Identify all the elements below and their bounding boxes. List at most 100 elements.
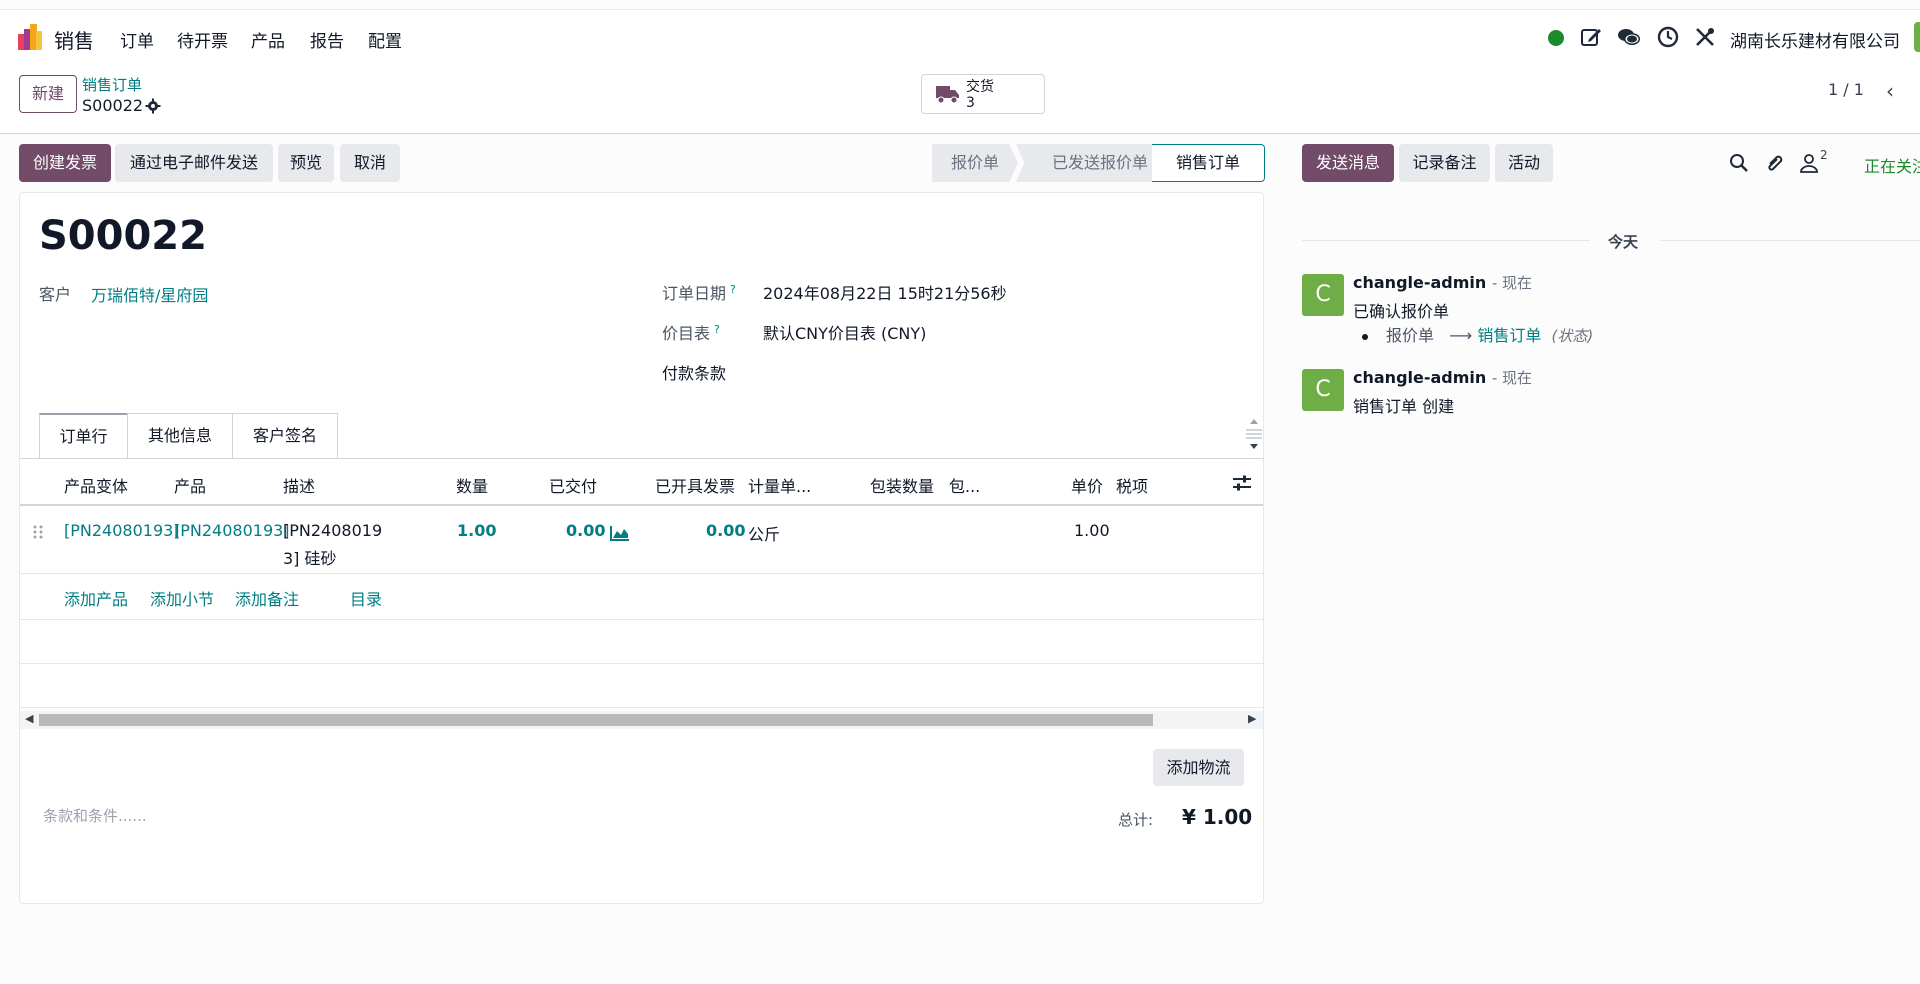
- catalog-link[interactable]: 目录: [350, 586, 382, 610]
- app-name[interactable]: 销售: [54, 25, 94, 54]
- cell-product-variant[interactable]: [PN24080193]: [64, 521, 180, 540]
- column-uom[interactable]: 计量单...: [748, 473, 811, 497]
- cancel-button[interactable]: 取消: [340, 144, 400, 182]
- terms-input[interactable]: 条款和条件......: [43, 805, 147, 826]
- log-note-button[interactable]: 记录备注: [1399, 144, 1490, 182]
- arrow-right-icon: ⟶: [1449, 326, 1473, 345]
- online-status-icon: [1548, 30, 1564, 46]
- activity-button[interactable]: 活动: [1495, 144, 1553, 182]
- cell-description-line2[interactable]: 3] 硅砂: [283, 545, 337, 569]
- add-product-link[interactable]: 添加产品: [64, 586, 128, 610]
- company-switcher[interactable]: 湖南长乐建材有限公司: [1730, 27, 1900, 52]
- horizontal-scrollbar[interactable]: ◀ ▶: [20, 711, 1263, 729]
- message-time: - 现在: [1491, 369, 1533, 387]
- avatar[interactable]: C: [1302, 274, 1344, 316]
- tab-customer-signature[interactable]: 客户签名: [232, 413, 338, 458]
- column-invoiced[interactable]: 已开具发票: [655, 473, 735, 497]
- column-settings-icon[interactable]: [1232, 475, 1252, 491]
- following-button[interactable]: 正在关注: [1864, 153, 1920, 177]
- day-label: 今天: [1608, 233, 1639, 251]
- add-line-row: 添加产品 添加小节 添加备注 目录: [20, 574, 1263, 620]
- user-avatar[interactable]: [1914, 22, 1920, 52]
- cell-invoiced[interactable]: 0.00: [706, 521, 745, 540]
- day-separator: 今天: [1302, 233, 1920, 251]
- stage-sales-order[interactable]: 销售订单: [1152, 144, 1265, 182]
- delivery-smart-button[interactable]: 交货 3: [921, 74, 1045, 114]
- send-email-button[interactable]: 通过电子邮件发送: [115, 144, 273, 182]
- message-author[interactable]: changle-admin - 现在: [1353, 367, 1532, 388]
- total-label: 总计:: [1118, 811, 1154, 829]
- create-invoice-button[interactable]: 创建发票: [19, 144, 111, 182]
- pager-prev-icon[interactable]: ‹: [1886, 79, 1894, 103]
- column-quantity[interactable]: 数量: [456, 473, 488, 497]
- message-author[interactable]: changle-admin - 现在: [1353, 272, 1532, 293]
- avatar[interactable]: C: [1302, 369, 1344, 411]
- preview-button[interactable]: 预览: [278, 144, 334, 182]
- attachment-icon[interactable]: [1764, 152, 1786, 174]
- breadcrumb-sales-orders[interactable]: 销售订单: [82, 74, 142, 95]
- column-packaging[interactable]: 包...: [949, 473, 980, 497]
- sales-app-icon[interactable]: [18, 24, 44, 50]
- stage-quotation[interactable]: 报价单: [932, 144, 1018, 182]
- column-description[interactable]: 描述: [283, 473, 315, 497]
- scroll-right-icon[interactable]: ▶: [1248, 712, 1256, 725]
- cell-product[interactable]: [PN24080193]: [174, 521, 290, 540]
- column-unit-price[interactable]: 单价: [1071, 473, 1103, 497]
- menu-to-invoice[interactable]: 待开票: [177, 27, 228, 52]
- drag-handle-icon[interactable]: [32, 524, 44, 540]
- customer-field[interactable]: 万瑞佰特/星府园: [91, 282, 208, 306]
- menu-orders[interactable]: 订单: [120, 27, 154, 52]
- order-lines-header: 产品变体 产品 描述 数量 已交付 已开具发票 计量单... 包装数量 包...…: [20, 459, 1263, 506]
- menu-configuration[interactable]: 配置: [368, 27, 402, 52]
- menu-products[interactable]: 产品: [251, 27, 285, 52]
- add-section-link[interactable]: 添加小节: [150, 586, 214, 610]
- cell-uom[interactable]: 公斤: [748, 521, 780, 545]
- column-taxes[interactable]: 税项: [1116, 473, 1148, 497]
- tab-other-info[interactable]: 其他信息: [127, 413, 233, 458]
- vertical-scroll-icon[interactable]: [1246, 416, 1262, 452]
- search-icon[interactable]: [1728, 152, 1750, 174]
- edit-icon[interactable]: [1579, 25, 1603, 49]
- order-date-label: 订单日期?: [662, 282, 736, 303]
- cell-quantity[interactable]: 1.00: [457, 521, 496, 540]
- pager-value[interactable]: 1 / 1: [1828, 80, 1864, 99]
- gear-icon[interactable]: [145, 98, 161, 114]
- scrollbar-thumb[interactable]: [39, 714, 1153, 726]
- pricelist-field[interactable]: 默认CNY价目表 (CNY): [763, 320, 926, 344]
- add-note-link[interactable]: 添加备注: [235, 586, 299, 610]
- column-packaging-qty[interactable]: 包装数量: [870, 473, 934, 497]
- breadcrumb-current: S00022: [82, 96, 144, 115]
- column-delivered[interactable]: 已交付: [549, 473, 597, 497]
- form-sheet: S00022 客户 万瑞佰特/星府园 订单日期? 2024年08月22日 15时…: [19, 192, 1264, 904]
- column-product[interactable]: 产品: [174, 473, 206, 497]
- cell-description-line1[interactable]: [PN2408019: [283, 521, 382, 540]
- bullet-icon: [1362, 333, 1368, 340]
- tab-order-lines[interactable]: 订单行: [39, 413, 128, 458]
- followers-count: 2: [1820, 148, 1828, 162]
- page-title: S00022: [39, 213, 207, 259]
- send-message-button[interactable]: 发送消息: [1302, 144, 1394, 182]
- area-chart-icon[interactable]: [610, 525, 630, 541]
- add-logistics-button[interactable]: 添加物流: [1153, 749, 1244, 786]
- tracking-value: 报价单 ⟶ 销售订单 (状态): [1362, 322, 1593, 346]
- chat-icon[interactable]: [1617, 25, 1641, 49]
- pricelist-label: 价目表?: [662, 322, 720, 343]
- total-value: ¥ 1.00: [1182, 805, 1253, 829]
- order-date-field[interactable]: 2024年08月22日 15时21分56秒: [763, 280, 1007, 304]
- table-row[interactable]: [PN24080193] [PN24080193] [PN2408019 3] …: [20, 506, 1263, 574]
- help-icon: ?: [714, 322, 720, 336]
- message-body: 已确认报价单: [1353, 302, 1450, 321]
- scroll-left-icon[interactable]: ◀: [25, 712, 33, 725]
- top-navbar: 销售 订单 待开票 产品 报告 配置 湖南长乐建材有限公司: [0, 10, 1920, 66]
- customer-label: 客户: [39, 285, 72, 304]
- cell-unit-price[interactable]: 1.00: [1074, 521, 1110, 540]
- clock-icon[interactable]: [1656, 25, 1680, 49]
- menu-reports[interactable]: 报告: [310, 27, 344, 52]
- new-button[interactable]: 新建: [19, 75, 77, 113]
- message-body: 销售订单 创建: [1353, 397, 1455, 416]
- followers-icon[interactable]: [1798, 152, 1820, 174]
- tools-icon[interactable]: [1693, 25, 1717, 49]
- control-panel: 新建 销售订单 S00022 交货 3 1 / 1 ‹: [0, 66, 1920, 134]
- column-product-variant[interactable]: 产品变体: [64, 473, 128, 497]
- cell-delivered[interactable]: 0.00: [566, 521, 605, 540]
